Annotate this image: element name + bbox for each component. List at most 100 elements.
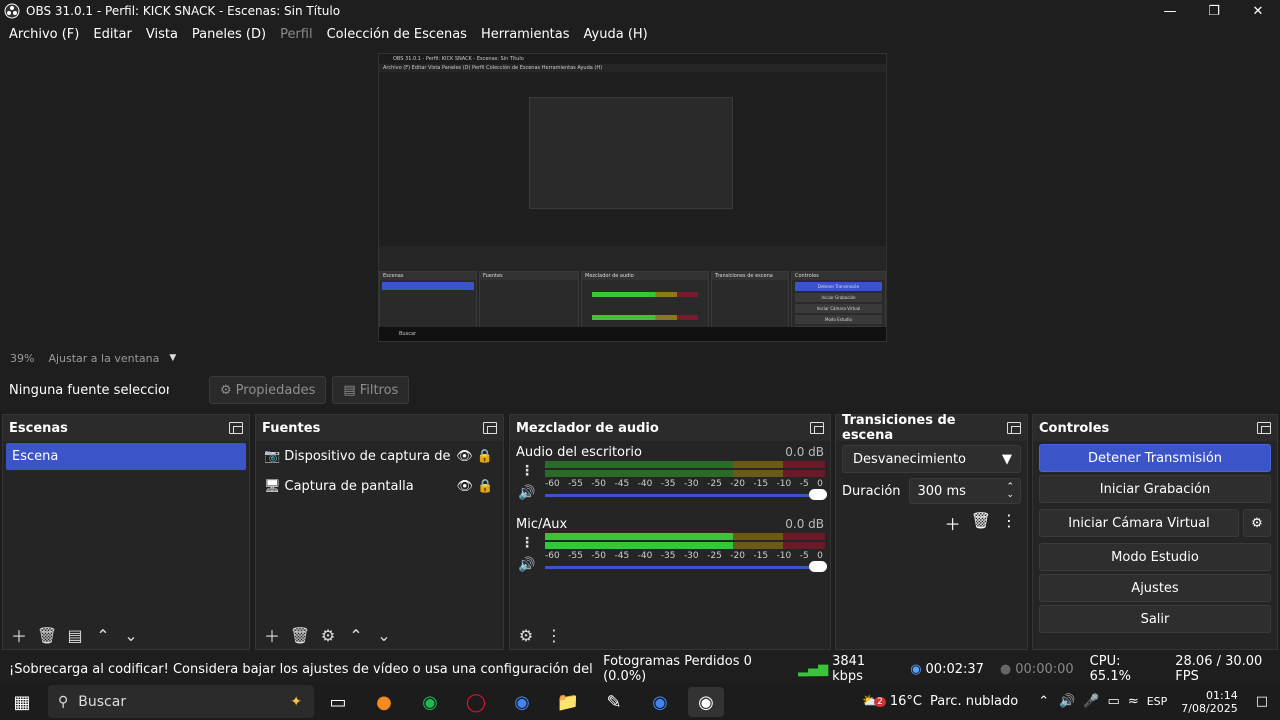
mixer-title: Mezclador de audio xyxy=(516,420,659,436)
start-recording-button[interactable]: Iniciar Grabación xyxy=(1039,475,1271,503)
lock-icon[interactable]: 🔒 xyxy=(477,479,493,494)
volume-slider[interactable] xyxy=(545,489,827,500)
float-dock-icon[interactable] xyxy=(810,422,824,434)
volume-knob[interactable] xyxy=(809,489,827,500)
volume-knob[interactable] xyxy=(809,561,827,572)
filter-icon[interactable]: ▤ xyxy=(63,624,87,646)
trash-icon[interactable]: 🗑 xyxy=(35,624,59,646)
battery-icon[interactable]: ▭ xyxy=(1108,694,1120,709)
preview-canvas[interactable]: OBS 31.0.1 - Perfil: KICK SNACK - Escena… xyxy=(378,53,887,342)
sources-dock: Fuentes 📷 Dispositivo de captura de vide… xyxy=(255,414,504,650)
kebab-menu-icon[interactable]: ⋮ xyxy=(542,624,566,646)
notification-icon[interactable]: □ xyxy=(1256,694,1268,709)
restore-button[interactable]: ❐ xyxy=(1192,0,1236,22)
spotify-icon[interactable]: ◉ xyxy=(412,687,448,717)
menu-docks[interactable]: Paneles (D) xyxy=(185,27,273,42)
source-toolbar: Ninguna fuente seleccionada ⚙ Propiedade… xyxy=(0,368,1280,412)
camera-icon: 📷 xyxy=(264,448,281,464)
lock-icon[interactable]: 🔒 xyxy=(477,449,493,464)
taskbar: ▦ ⚲ Buscar ✦ ▭ ● ◉ ◯ ◉ 📁 ✎ ◉ ◉ ⛅ 2 16°C … xyxy=(0,683,1280,720)
app-icon[interactable]: ✎ xyxy=(596,687,632,717)
microphone-icon[interactable]: 🎤 xyxy=(1083,694,1099,709)
source-item[interactable]: 📷 Dispositivo de captura de video 👁 🔒 xyxy=(256,441,503,471)
speaker-icon[interactable]: 🔊 xyxy=(1059,694,1075,709)
transition-select[interactable]: Desvanecimiento ▼ xyxy=(842,445,1021,473)
menu-tools[interactable]: Herramientas xyxy=(474,27,577,42)
volume-slider[interactable] xyxy=(545,561,827,572)
speaker-icon[interactable]: 🔊 xyxy=(518,557,535,573)
filters-button[interactable]: ▤ Filtros xyxy=(332,376,410,404)
clock[interactable]: 01:14 7/08/2025 xyxy=(1181,689,1237,715)
channel-name: Audio del escritorio xyxy=(516,445,642,460)
search-icon: ⚲ xyxy=(58,693,69,710)
file-explorer-icon[interactable]: 📁 xyxy=(550,687,586,717)
chrome-profile-icon[interactable]: ◉ xyxy=(642,687,678,717)
add-transition-icon[interactable]: ＋ xyxy=(945,511,961,535)
float-dock-icon[interactable] xyxy=(229,422,243,434)
duration-label: Duración xyxy=(842,483,901,499)
gear-icon[interactable]: ⚙ xyxy=(316,624,340,646)
scene-item[interactable]: Escena xyxy=(6,443,246,470)
eye-icon[interactable]: 👁 xyxy=(457,479,474,494)
title-bar: OBS 31.0.1 - Perfil: KICK SNACK - Escena… xyxy=(0,0,1280,22)
spin-arrows-icon[interactable]: ⌃ ⌄ xyxy=(1006,483,1014,500)
menu-view[interactable]: Vista xyxy=(139,27,185,42)
windows-start-icon[interactable]: ▦ xyxy=(4,687,40,717)
taskbar-search[interactable]: ⚲ Buscar ✦ xyxy=(48,685,314,718)
window-title: OBS 31.0.1 - Perfil: KICK SNACK - Escena… xyxy=(26,4,341,18)
trash-icon[interactable]: 🗑 xyxy=(288,624,312,646)
controls-title: Controles xyxy=(1039,420,1110,436)
move-up-icon[interactable]: ⌃ xyxy=(344,624,368,646)
advanced-audio-icon[interactable]: ⚙ xyxy=(514,624,538,646)
menu-file[interactable]: Archivo (F) xyxy=(2,27,86,42)
stop-streaming-button[interactable]: Detener Transmisión xyxy=(1039,444,1271,472)
close-button[interactable]: ✕ xyxy=(1236,0,1280,22)
add-icon[interactable]: ＋ xyxy=(260,624,284,646)
temperature: 16°C xyxy=(889,694,923,709)
float-dock-icon[interactable] xyxy=(1007,422,1021,434)
wifi-icon[interactable]: ≈ xyxy=(1128,694,1139,709)
move-up-icon[interactable]: ⌃ xyxy=(91,624,115,646)
minimize-button[interactable]: — xyxy=(1148,0,1192,22)
chrome-icon[interactable]: ◉ xyxy=(504,687,540,717)
kebab-menu-icon[interactable]: ⋮ xyxy=(1001,511,1017,535)
eye-icon[interactable]: 👁 xyxy=(456,449,473,464)
date: 7/08/2025 xyxy=(1181,701,1238,715)
move-down-icon[interactable]: ⌄ xyxy=(372,624,396,646)
dropped-frames: Fotogramas Perdidos 0 (0.0%) xyxy=(603,654,752,684)
no-source-label: Ninguna fuente seleccionada xyxy=(9,382,169,398)
source-item[interactable]: 🖥 Captura de pantalla 👁 🔒 xyxy=(256,471,503,501)
duration-spinbox[interactable]: 300 ms ⌃ ⌄ xyxy=(908,478,1021,504)
float-dock-icon[interactable] xyxy=(1257,422,1271,434)
duration-value: 300 ms xyxy=(917,483,966,499)
properties-button[interactable]: ⚙ Propiedades xyxy=(209,376,327,404)
start-virtual-camera-button[interactable]: Iniciar Cámara Virtual xyxy=(1039,509,1239,537)
menu-scene-collection[interactable]: Colección de Escenas xyxy=(320,27,474,42)
zoom-dropdown-icon[interactable]: ▼ xyxy=(169,353,176,363)
speaker-icon[interactable]: 🔊 xyxy=(518,485,535,501)
virtual-camera-settings-gear-icon[interactable]: ⚙ xyxy=(1243,509,1271,537)
nested-inner-preview xyxy=(529,97,733,209)
kebab-menu-icon[interactable]: ⋮ xyxy=(520,535,534,551)
add-icon[interactable]: ＋ xyxy=(7,624,31,646)
settings-button[interactable]: Ajustes xyxy=(1039,574,1271,602)
task-view-icon[interactable]: ▭ xyxy=(320,687,356,717)
fl-studio-icon[interactable]: ● xyxy=(366,687,402,717)
menu-profile[interactable]: Perfil xyxy=(273,27,320,42)
fit-window-label[interactable]: Ajustar a la ventana xyxy=(48,352,159,365)
trash-icon[interactable]: 🗑 xyxy=(971,511,991,535)
record-time: 00:00:00 xyxy=(1015,661,1074,677)
menu-help[interactable]: Ayuda (H) xyxy=(577,27,655,42)
obs-taskbar-icon[interactable]: ◉ xyxy=(688,687,724,717)
move-down-icon[interactable]: ⌄ xyxy=(119,624,143,646)
nested-canvas xyxy=(379,72,886,246)
float-dock-icon[interactable] xyxy=(483,422,497,434)
language[interactable]: ESP xyxy=(1147,695,1168,708)
chevron-up-icon[interactable]: ⌃ xyxy=(1038,694,1049,709)
kebab-menu-icon[interactable]: ⋮ xyxy=(520,463,534,479)
menu-edit[interactable]: Editar xyxy=(86,27,139,42)
encoding-warning: ¡Sobrecarga al codificar! Considera baja… xyxy=(9,661,593,677)
exit-button[interactable]: Salir xyxy=(1039,605,1271,633)
studio-mode-button[interactable]: Modo Estudio xyxy=(1039,543,1271,571)
opera-icon[interactable]: ◯ xyxy=(458,687,494,717)
